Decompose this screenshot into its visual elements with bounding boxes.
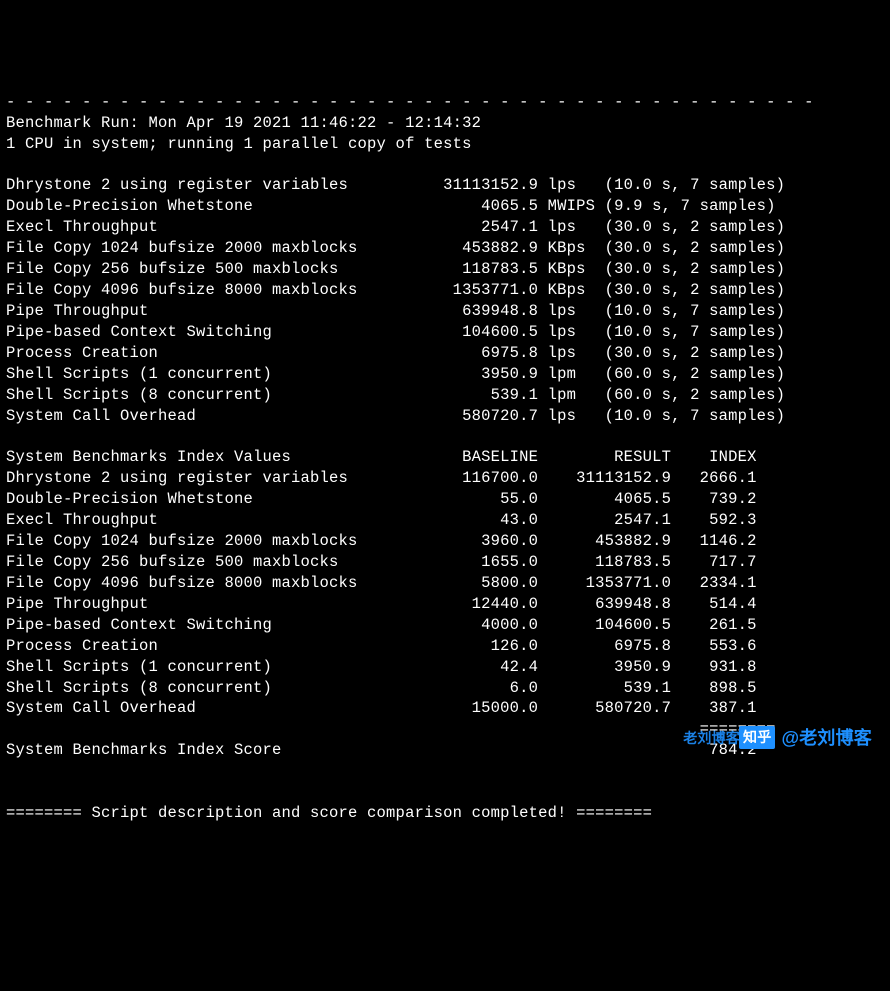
watermark-secondary: 老刘博客 — [683, 729, 740, 748]
watermark: 知乎 @老刘博客 — [739, 726, 872, 750]
terminal-output: - - - - - - - - - - - - - - - - - - - - … — [6, 92, 884, 824]
zhihu-logo: 知乎 — [739, 726, 775, 749]
watermark-text: @老刘博客 — [781, 726, 872, 750]
